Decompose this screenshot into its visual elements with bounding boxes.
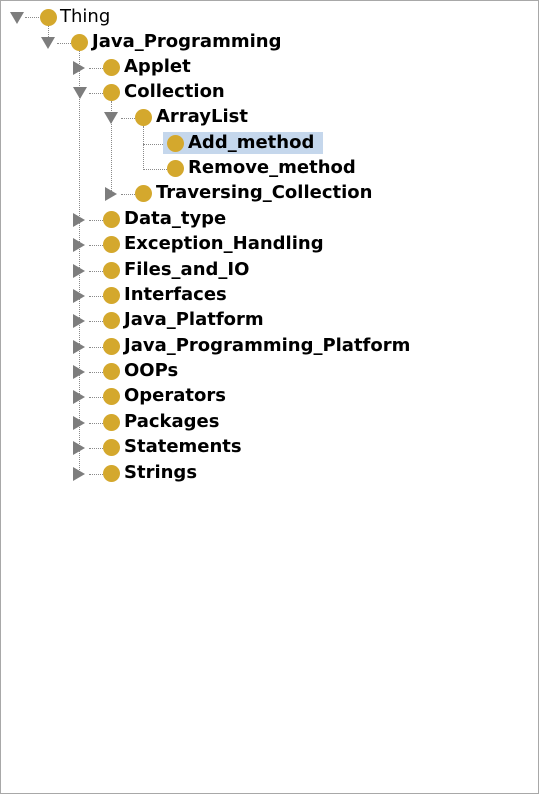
tree-node-label: Data_type	[124, 208, 227, 229]
class-dot-icon	[135, 185, 152, 202]
tree-node-add-method[interactable]: Add_method	[1, 132, 331, 156]
tree-node-label: Packages	[124, 411, 220, 432]
tree-node-thing[interactable]: Thing	[1, 6, 131, 30]
tree-node-label: Statements	[124, 436, 242, 457]
triangle-right-icon[interactable]	[73, 61, 85, 75]
tree-node-packages[interactable]: Packages	[1, 411, 241, 435]
triangle-down-icon[interactable]	[41, 37, 55, 49]
triangle-down-icon[interactable]	[104, 112, 118, 124]
tree-node-label: Thing	[60, 6, 111, 27]
tree-node-exception-handling[interactable]: Exception_Handling	[1, 233, 341, 257]
tree-node-arraylist[interactable]: ArrayList	[1, 106, 261, 130]
class-dot-icon	[167, 135, 184, 152]
triangle-right-icon[interactable]	[73, 390, 85, 404]
class-dot-icon	[103, 84, 120, 101]
tree-node-data-type[interactable]: Data_type	[1, 208, 241, 232]
triangle-right-icon[interactable]	[73, 340, 85, 354]
ontology-tree-panel: Thing Java_Programming Applet Collection…	[0, 0, 539, 794]
tree-node-label: Remove_method	[188, 157, 356, 178]
class-dot-icon	[103, 59, 120, 76]
tree-node-operators[interactable]: Operators	[1, 385, 241, 409]
tree-node-applet[interactable]: Applet	[1, 56, 221, 80]
tree-node-strings[interactable]: Strings	[1, 462, 211, 486]
class-dot-icon	[103, 388, 120, 405]
class-dot-icon	[103, 211, 120, 228]
tree-node-label: ArrayList	[156, 106, 248, 127]
tree-node-label: OOPs	[124, 360, 179, 381]
tree-node-label: Strings	[124, 462, 198, 483]
tree-node-oops[interactable]: OOPs	[1, 360, 201, 384]
tree-node-files-and-io[interactable]: Files_and_IO	[1, 259, 281, 283]
tree-node-java-platform[interactable]: Java_Platform	[1, 309, 291, 333]
class-dot-icon	[103, 312, 120, 329]
triangle-right-icon[interactable]	[73, 365, 85, 379]
tree-node-collection[interactable]: Collection	[1, 81, 241, 105]
tree-node-remove-method[interactable]: Remove_method	[1, 157, 381, 181]
tree-node-label: Java_Platform	[124, 309, 264, 330]
triangle-right-icon[interactable]	[73, 314, 85, 328]
tree-node-label: Java_Programming	[92, 31, 282, 52]
triangle-down-icon[interactable]	[10, 12, 24, 24]
class-dot-icon	[135, 109, 152, 126]
tree-node-label: Applet	[124, 56, 191, 77]
tree-node-label: Java_Programming_Platform	[124, 335, 411, 356]
triangle-down-icon[interactable]	[73, 87, 87, 99]
tree-node-label: Operators	[124, 385, 226, 406]
triangle-right-icon[interactable]	[105, 187, 117, 201]
tree-node-label: Traversing_Collection	[156, 182, 373, 203]
tree-node-label: Files_and_IO	[124, 259, 250, 280]
class-dot-icon	[71, 34, 88, 51]
tree-node-traversing-collection[interactable]: Traversing_Collection	[1, 182, 401, 206]
tree-node-java-programming[interactable]: Java_Programming	[1, 31, 321, 55]
class-dot-icon	[103, 262, 120, 279]
triangle-right-icon[interactable]	[73, 289, 85, 303]
class-dot-icon	[103, 338, 120, 355]
class-dot-icon	[103, 439, 120, 456]
class-dot-icon	[103, 414, 120, 431]
triangle-right-icon[interactable]	[73, 416, 85, 430]
class-dot-icon	[40, 9, 57, 26]
tree-node-java-programming-platform[interactable]: Java_Programming_Platform	[1, 335, 446, 359]
class-dot-icon	[167, 160, 184, 177]
tree-node-interfaces[interactable]: Interfaces	[1, 284, 241, 308]
class-dot-icon	[103, 236, 120, 253]
triangle-right-icon[interactable]	[73, 238, 85, 252]
tree-node-label: Interfaces	[124, 284, 227, 305]
triangle-right-icon[interactable]	[73, 441, 85, 455]
tree-node-label: Exception_Handling	[124, 233, 324, 254]
class-dot-icon	[103, 287, 120, 304]
triangle-right-icon[interactable]	[73, 467, 85, 481]
tree-node-label: Collection	[124, 81, 225, 102]
tree-node-label: Add_method	[188, 132, 315, 153]
tree-node-statements[interactable]: Statements	[1, 436, 251, 460]
class-dot-icon	[103, 363, 120, 380]
class-dot-icon	[103, 465, 120, 482]
triangle-right-icon[interactable]	[73, 264, 85, 278]
triangle-right-icon[interactable]	[73, 213, 85, 227]
